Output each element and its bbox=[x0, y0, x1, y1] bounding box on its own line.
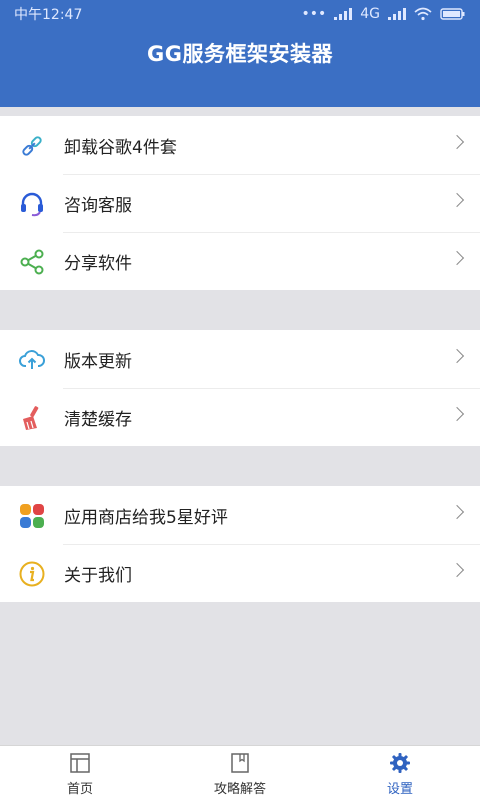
headset-icon bbox=[21, 192, 43, 217]
chevron-right-icon bbox=[449, 406, 465, 422]
settings-item-label: 版本更新 bbox=[64, 351, 132, 372]
settings-group-3: 应用商店给我5星好评 关于我们 bbox=[0, 486, 480, 602]
wifi-icon bbox=[414, 7, 432, 21]
apps-icon bbox=[20, 504, 44, 528]
bottom-tab-bar: 首页 攻略解答 设置 bbox=[0, 745, 480, 800]
chevron-right-icon bbox=[449, 250, 465, 266]
share-icon bbox=[20, 249, 44, 275]
chevron-right-icon bbox=[449, 504, 465, 520]
settings-item-label: 分享软件 bbox=[64, 253, 132, 274]
info-icon bbox=[19, 561, 45, 587]
tab-label: 攻略解答 bbox=[213, 782, 266, 797]
settings-item-label: 关于我们 bbox=[64, 565, 132, 586]
status-time: 中午12:47 bbox=[14, 7, 83, 23]
settings-item-about[interactable]: 关于我们 bbox=[0, 544, 480, 602]
settings-group-2: 版本更新 清楚缓存 bbox=[0, 330, 480, 446]
chevron-right-icon bbox=[449, 134, 465, 150]
page-title: GG服务框架安装器 bbox=[147, 42, 333, 66]
chevron-right-icon bbox=[449, 562, 465, 578]
battery-icon bbox=[440, 8, 465, 20]
signal-icon bbox=[334, 8, 353, 20]
settings-item-share[interactable]: 分享软件 bbox=[0, 232, 480, 290]
tab-label: 首页 bbox=[66, 782, 93, 797]
settings-item-uninstall-google[interactable]: 卸载谷歌4件套 bbox=[0, 116, 480, 174]
settings-item-customer-service[interactable]: 咨询客服 bbox=[0, 174, 480, 232]
gear-icon bbox=[390, 753, 410, 773]
tab-label: 设置 bbox=[386, 782, 413, 797]
settings-group-1: 卸载谷歌4件套 咨询客服 分享软件 bbox=[0, 116, 480, 290]
signal-icon-2 bbox=[388, 8, 406, 20]
home-icon bbox=[70, 753, 90, 773]
network-type: 4G bbox=[360, 6, 380, 22]
chevron-right-icon bbox=[449, 192, 465, 208]
book-icon bbox=[231, 753, 249, 773]
status-bar: 中午12:47 ••• 4G bbox=[0, 0, 480, 28]
status-icons: ••• 4G bbox=[301, 6, 466, 22]
cloud-upload-icon bbox=[19, 350, 45, 369]
chevron-right-icon bbox=[449, 348, 465, 364]
more-dots-icon: ••• bbox=[301, 6, 327, 22]
settings-item-label: 清楚缓存 bbox=[64, 409, 132, 430]
app-header: 中午12:47 ••• 4G GG服务框架安装器 bbox=[0, 0, 480, 107]
settings-item-update[interactable]: 版本更新 bbox=[0, 330, 480, 388]
link-icon bbox=[22, 136, 42, 156]
broom-icon bbox=[23, 406, 39, 430]
tab-guide[interactable]: 攻略解答 bbox=[160, 746, 320, 800]
settings-item-clear-cache[interactable]: 清楚缓存 bbox=[0, 388, 480, 446]
settings-item-label: 卸载谷歌4件套 bbox=[64, 137, 177, 158]
tab-settings[interactable]: 设置 bbox=[320, 746, 480, 800]
settings-item-label: 咨询客服 bbox=[64, 195, 132, 216]
settings-item-label: 应用商店给我5星好评 bbox=[64, 507, 228, 528]
tab-home[interactable]: 首页 bbox=[0, 746, 160, 800]
settings-item-rate-app[interactable]: 应用商店给我5星好评 bbox=[0, 486, 480, 544]
